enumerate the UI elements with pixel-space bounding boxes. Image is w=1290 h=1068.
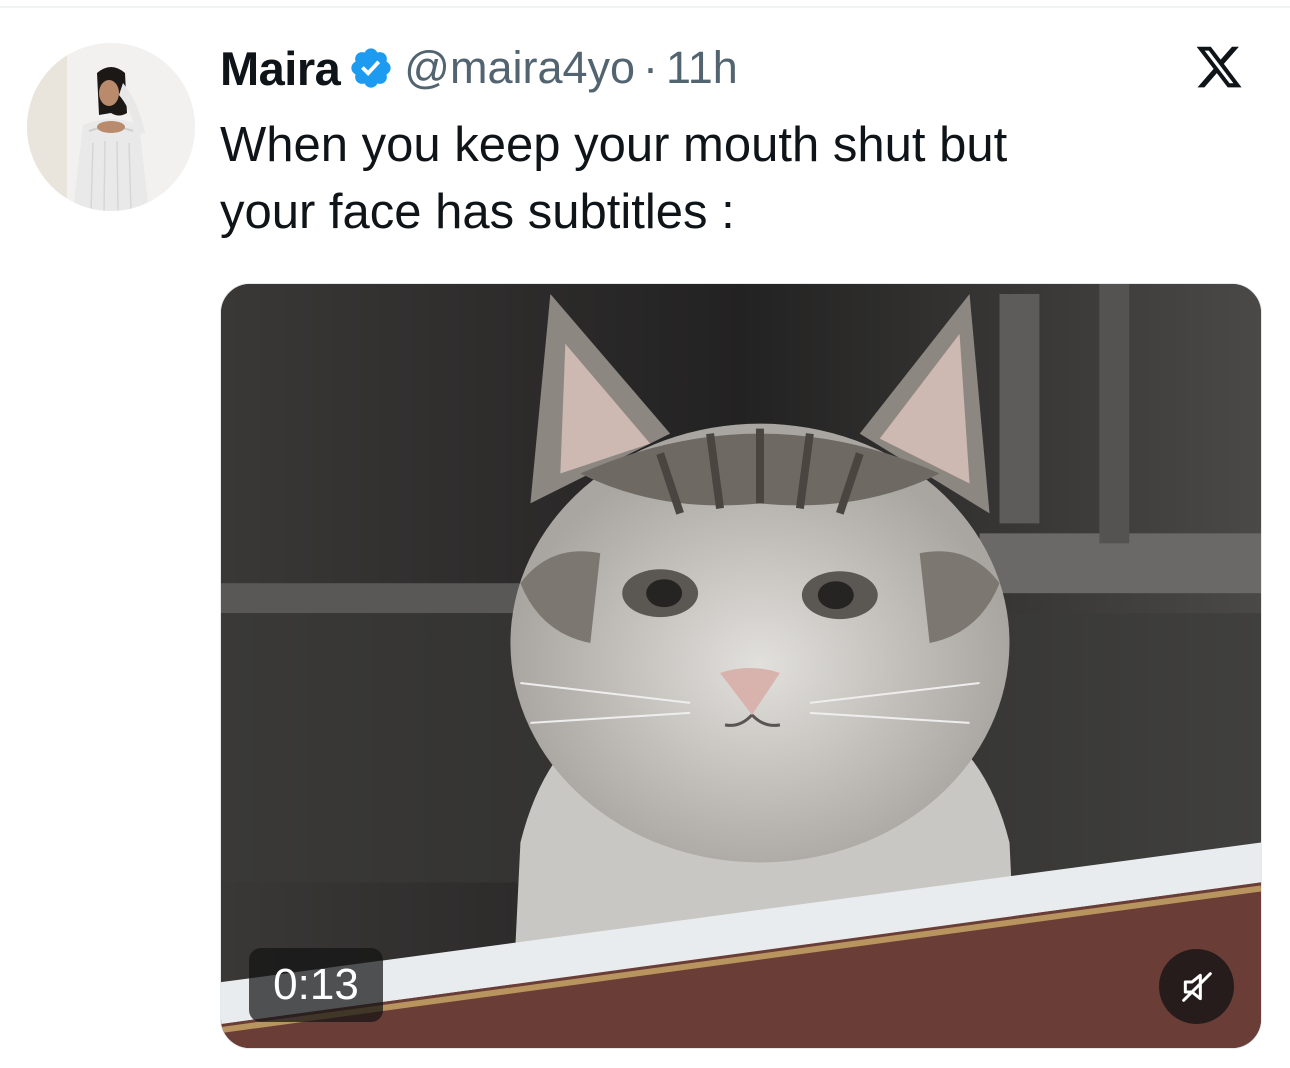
muted-speaker-icon [1181, 971, 1212, 1002]
tweet-timestamp[interactable]: 11h [666, 42, 738, 94]
separator-dot: · [643, 42, 659, 93]
author-display-name[interactable]: Maira [220, 41, 341, 96]
video-duration-badge: 0:13 [249, 948, 383, 1022]
avatar-image [27, 43, 195, 211]
tweet-text: When you keep your mouth shut but your f… [220, 112, 1270, 246]
cat-video-frame [221, 284, 1261, 1048]
tweet-text-line: your face has subtitles : [220, 185, 735, 239]
tweet-header: Maira @maira4yo · 11h [220, 38, 738, 98]
video-player[interactable]: 0:13 [220, 283, 1262, 1049]
avatar[interactable] [27, 43, 195, 211]
mute-toggle-button[interactable] [1159, 949, 1234, 1024]
verified-badge-icon [348, 45, 394, 91]
tweet-text-line: When you keep your mouth shut but [220, 118, 1008, 172]
author-handle[interactable]: @maira4yo [404, 42, 635, 94]
x-logo-icon[interactable] [1180, 42, 1258, 92]
top-divider [0, 6, 1290, 8]
